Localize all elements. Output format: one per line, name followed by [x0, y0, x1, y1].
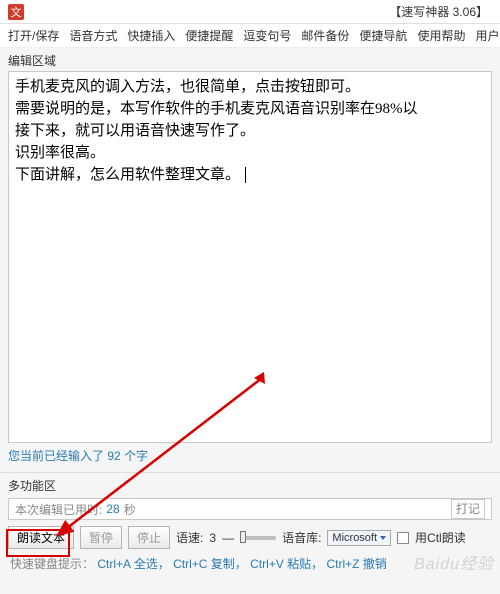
status-suffix: 个字: [124, 449, 148, 463]
status-prefix: 您当前已经输入了: [8, 449, 104, 463]
hint-prefix: 快速键盘提示：: [10, 557, 94, 571]
ctrl-read-checkbox[interactable]: [397, 532, 409, 544]
editor-section-label: 编辑区域: [0, 48, 500, 71]
hint-v3: 粘贴，: [287, 557, 323, 571]
editor-content: 手机麦克风的调入方法，也很简单，点击按钮即可。 需要说明的是，本写作软件的手机麦…: [15, 79, 418, 183]
note-input[interactable]: 打记: [451, 499, 485, 519]
voice-library-value: Microsoft: [332, 532, 377, 544]
status-count: 92: [107, 449, 120, 463]
timer-row: 本次编辑已用时: 28 秒 打记: [8, 498, 492, 520]
word-count-status: 您当前已经输入了 92 个字: [0, 443, 500, 468]
text-cursor: [241, 167, 246, 183]
menu-handy-reminder[interactable]: 便捷提醒: [185, 27, 233, 44]
timer-value: 28: [106, 502, 119, 516]
controls-row: 朗读文本 暂停 停止 语速: 3 — 语音库: Microsoft 用Ctl朗读: [0, 522, 500, 553]
editor-textarea[interactable]: 手机麦克风的调入方法，也很简单，点击按钮即可。 需要说明的是，本写作软件的手机麦…: [8, 71, 492, 443]
voice-library-select[interactable]: Microsoft: [327, 530, 391, 546]
voice-library-label: 语音库:: [282, 529, 321, 546]
hint-v4: 撤销: [363, 557, 387, 571]
speed-label: 语速:: [176, 529, 203, 546]
menu-open-save[interactable]: 打开/保存: [8, 27, 59, 44]
pause-button[interactable]: 暂停: [80, 526, 122, 549]
ctrl-read-label: 用Ctl朗读: [415, 529, 466, 546]
titlebar: 文 【速写神器 3.06】: [0, 0, 500, 24]
menu-mail-backup[interactable]: 邮件备份: [301, 27, 349, 44]
read-text-button[interactable]: 朗读文本: [8, 526, 74, 549]
hint-k1: Ctrl+A: [97, 557, 130, 571]
timer-unit: 秒: [124, 501, 136, 518]
menu-handy-nav[interactable]: 便捷导航: [359, 27, 407, 44]
keyboard-hints: 快速键盘提示： Ctrl+A 全选， Ctrl+C 复制， Ctrl+V 粘贴，…: [0, 553, 500, 574]
window-title: 【速写神器 3.06】: [30, 3, 492, 20]
hint-k4: Ctrl+Z: [327, 557, 360, 571]
speed-slider[interactable]: [240, 536, 276, 540]
stop-button[interactable]: 停止: [128, 526, 170, 549]
speed-dash: —: [222, 531, 234, 545]
menu-usage-help[interactable]: 使用帮助: [417, 27, 465, 44]
menu-quick-insert[interactable]: 快捷插入: [127, 27, 175, 44]
speed-value: 3: [209, 531, 216, 545]
chevron-down-icon: [380, 536, 386, 540]
hint-v2: 复制，: [211, 557, 247, 571]
speed-slider-thumb[interactable]: [240, 531, 246, 543]
hint-k2: Ctrl+C: [173, 557, 207, 571]
menu-voice-mode[interactable]: 语音方式: [69, 27, 117, 44]
menubar: 打开/保存 语音方式 快捷插入 便捷提醒 逗变句号 邮件备份 便捷导航 使用帮助…: [0, 24, 500, 48]
timer-prefix: 本次编辑已用时:: [15, 501, 102, 518]
multi-section-label: 多功能区: [0, 472, 500, 496]
hint-k3: Ctrl+V: [250, 557, 284, 571]
app-icon: 文: [8, 4, 24, 20]
menu-sentence-change[interactable]: 逗变句号: [243, 27, 291, 44]
menu-user-center[interactable]: 用户中心: [475, 27, 500, 44]
hint-v1: 全选，: [134, 557, 170, 571]
